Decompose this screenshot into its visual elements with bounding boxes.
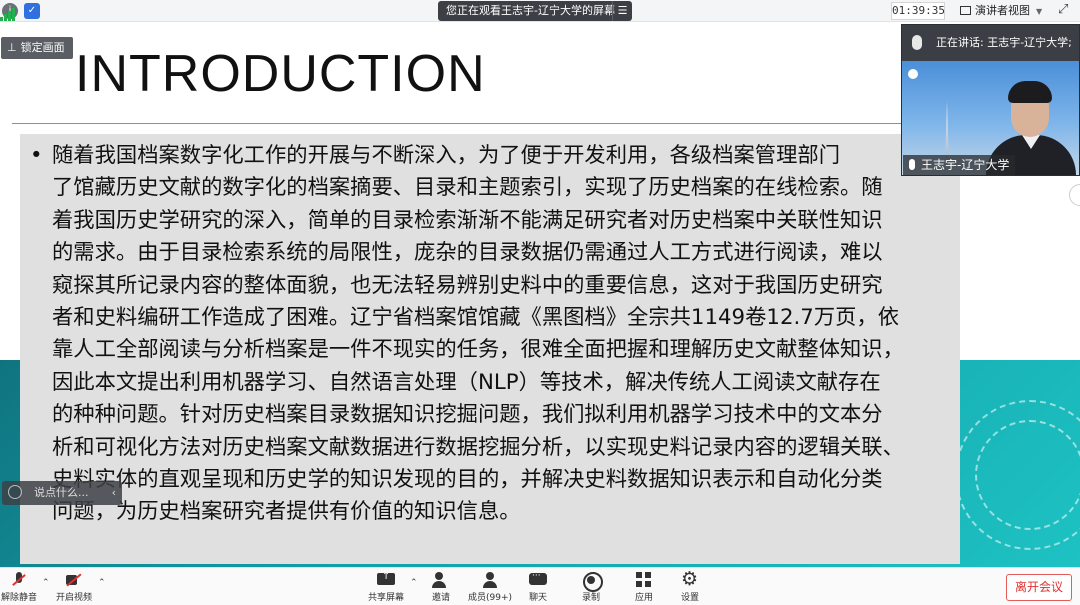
- paragraph-line: 析和可视化方法对历史档案文献数据进行数据挖掘分析，以实现史料记录内容的逻辑关联、: [52, 434, 904, 460]
- leave-meeting-button[interactable]: 离开会议: [1006, 574, 1072, 601]
- chevron-up-icon[interactable]: ⌃: [98, 578, 106, 588]
- meeting-timer: 01:39:35: [891, 2, 945, 20]
- start-video-button[interactable]: 开启视频: [54, 570, 94, 604]
- paragraph-line: 的需求。由于目录检索系统的局限性，庞杂的目录数据仍需通过人工方式进行阅读，难以: [52, 240, 883, 266]
- side-handle[interactable]: [1069, 184, 1080, 206]
- slide-paragraph: • 随着我国档案数字化工作的开展与不断深入，为了便于开发利用，各级档案管理部门 了…: [30, 140, 962, 529]
- view-mode-label: 演讲者视图: [975, 4, 1030, 17]
- screen-share-indicator[interactable]: 您正在观看王志宇-辽宁大学的屏幕 ☰: [438, 1, 632, 21]
- share-screen-button[interactable]: 共享屏幕: [364, 570, 408, 604]
- chevron-down-icon: ▼: [1036, 7, 1043, 16]
- paragraph-line: 了馆藏历史文献的数字化的档案摘要、目录和主题索引，实现了历史档案的在线检索。随: [52, 175, 883, 201]
- emoji-icon[interactable]: [8, 485, 22, 499]
- conference-logo: [908, 69, 918, 79]
- chat-button[interactable]: 聊天: [522, 570, 554, 604]
- speaker-name-tag: 王志宇-辽宁大学: [903, 155, 1016, 175]
- paragraph-line: 窥探其所记录内容的整体面貌，也无法轻易辨别史料中的重要信息，这对于我国历史研究: [52, 272, 883, 298]
- mic-icon: [909, 159, 915, 170]
- bullet-icon: •: [30, 143, 43, 168]
- view-mode-dropdown[interactable]: 演讲者视图 ▼: [954, 1, 1046, 21]
- paragraph-line: 史料实体的直观呈现和历史学的知识发现的目的，并解决史料数据知识表示和自动化分类: [52, 466, 883, 492]
- members-icon: [481, 572, 499, 588]
- chat-placeholder: 说点什么...: [34, 486, 89, 499]
- layout-icon: [960, 6, 971, 15]
- apps-button[interactable]: 应用: [627, 570, 661, 604]
- speaker-video-panel[interactable]: 正在讲话: 王志宇-辽宁大学; 王志宇-辽宁大学: [901, 24, 1080, 176]
- invite-button[interactable]: 邀请: [424, 570, 458, 604]
- paragraph-line: 因此本文提出利用机器学习、自然语言处理（NLP）等技术，解决传统人工阅读文献存在: [52, 369, 881, 395]
- pin-icon: ⊥: [7, 41, 17, 54]
- decorative-ring: [975, 420, 1080, 530]
- watching-label: 您正在观看王志宇-辽宁大学的屏幕: [446, 4, 615, 17]
- mic-icon: [912, 35, 922, 50]
- settings-button[interactable]: 设置: [673, 568, 707, 604]
- invite-icon: [432, 572, 450, 588]
- active-speaker-bar: 正在讲话: 王志宇-辽宁大学;: [902, 25, 1079, 61]
- share-screen-icon: [377, 571, 395, 588]
- paragraph-line: 靠人工全部阅读与分析档案是一件不现实的任务，很难全面把握和理解历史文献整体知识，: [52, 337, 904, 363]
- chevron-left-icon[interactable]: ‹: [112, 481, 116, 505]
- lock-screen-label: 锁定画面: [20, 41, 65, 54]
- gear-icon: [681, 568, 699, 590]
- muted-mic-icon: [10, 572, 28, 588]
- background-tower: [945, 101, 949, 161]
- menu-icon[interactable]: ☰: [612, 1, 632, 21]
- paragraph-line: 者和史料编研工作造成了困难。辽宁省档案馆馆藏《黑图档》全宗共1149卷12.7万…: [52, 304, 900, 330]
- lock-screen-button[interactable]: ⊥ 锁定画面: [1, 37, 73, 59]
- active-speaker-label: 正在讲话: 王志宇-辽宁大学;: [936, 36, 1072, 49]
- meeting-toolbar: 解除静音 ⌃ 开启视频 ⌃ 共享屏幕 ⌃ 邀请 成员(99+) 聊天 录制 应用…: [0, 567, 1080, 605]
- paragraph-line: 问题，为历史档案研究者提供有价值的知识信息。: [52, 499, 521, 525]
- meeting-topbar: i ✓ 您正在观看王志宇-辽宁大学的屏幕 ☰ 01:39:35 演讲者视图▼ ⤢: [0, 0, 1080, 22]
- unmute-button[interactable]: 解除静音: [0, 570, 38, 604]
- chevron-up-icon[interactable]: ⌃: [42, 578, 50, 588]
- video-off-icon: [65, 572, 83, 588]
- security-shield-icon[interactable]: ✓: [24, 3, 40, 19]
- record-icon: [582, 572, 603, 592]
- slide-title: INTRODUCTION: [75, 45, 486, 103]
- members-button[interactable]: 成员(99+): [466, 570, 514, 604]
- paragraph-line: 的种种问题。针对历史档案目录数据知识挖掘问题，我们拟利用机器学习技术中的文本分: [52, 402, 883, 428]
- record-button[interactable]: 录制: [574, 570, 608, 604]
- chevron-up-icon[interactable]: ⌃: [410, 578, 418, 588]
- chat-icon: [529, 571, 547, 588]
- paragraph-line: 着我国历史学研究的深入，简单的目录检索渐渐不能满足研究者对历史档案中关联性知识: [52, 207, 883, 233]
- chat-input[interactable]: 说点什么... ‹: [2, 481, 122, 505]
- paragraph-line: • 随着我国档案数字化工作的开展与不断深入，为了便于开发利用，各级档案管理部门: [30, 140, 962, 172]
- apps-icon: [635, 572, 653, 588]
- fullscreen-icon[interactable]: ⤢: [1058, 2, 1068, 17]
